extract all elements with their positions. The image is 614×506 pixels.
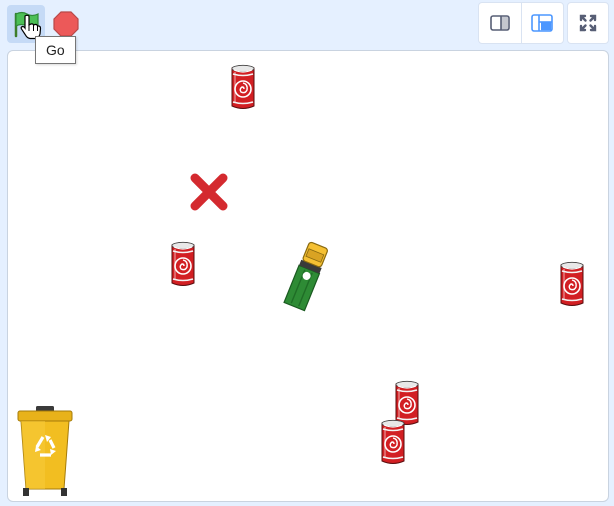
fullscreen-button[interactable] [567, 2, 609, 44]
large-stage-icon [531, 14, 554, 32]
small-stage-icon [489, 15, 510, 31]
stage-canvas[interactable] [7, 50, 609, 502]
soda-can-sprite[interactable] [380, 419, 406, 465]
soda-can-sprite[interactable] [170, 241, 196, 287]
stage-header: Go [0, 0, 614, 64]
x-mark-sprite[interactable] [189, 172, 229, 212]
fullscreen-icon [579, 14, 597, 32]
small-stage-button[interactable] [479, 3, 521, 43]
stage-size-toggle [478, 2, 564, 44]
large-stage-button[interactable] [520, 3, 564, 43]
soda-can-sprite[interactable] [559, 261, 585, 307]
soda-can-sprite[interactable] [230, 64, 256, 110]
recycle-bin-sprite[interactable] [14, 405, 76, 497]
truck-sprite[interactable] [271, 235, 341, 315]
tooltip: Go [35, 36, 76, 64]
